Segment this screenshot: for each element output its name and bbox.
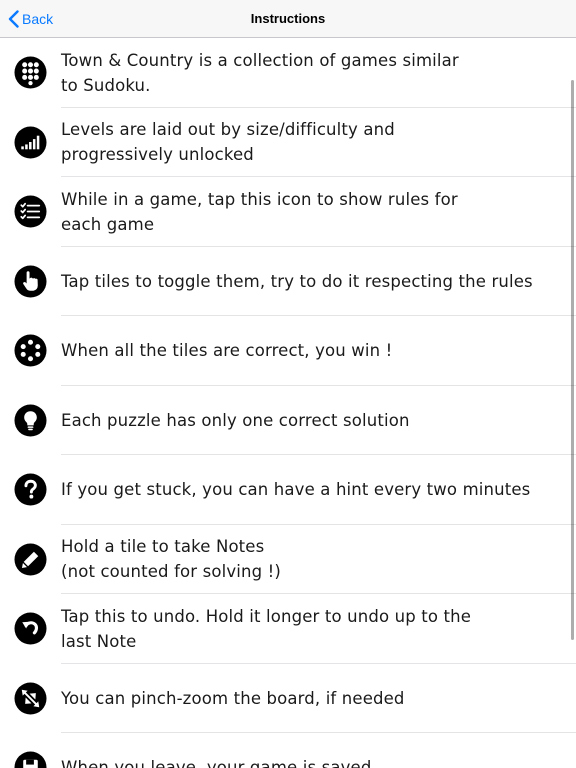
pinch-zoom-icon xyxy=(14,681,47,715)
grid-dots-icon xyxy=(14,56,47,89)
item-text: Levels are laid out by size/difficulty a… xyxy=(61,120,395,164)
list-item: Levels are laid out by size/difficulty a… xyxy=(0,108,576,177)
list-item: You can pinch-zoom the board, if needed xyxy=(0,664,576,733)
list-item: When you leave, your game is saved xyxy=(0,733,576,768)
list-item: Each puzzle has only one correct solutio… xyxy=(0,386,576,455)
list-item: Tap this to undo. Hold it longer to undo… xyxy=(0,594,576,664)
levels-bars-icon xyxy=(14,125,47,159)
item-text: When you leave, your game is saved xyxy=(61,758,372,768)
ring-dots-icon xyxy=(14,334,47,367)
chevron-left-icon xyxy=(8,10,19,28)
list-item: When all the tiles are correct, you win … xyxy=(0,316,576,386)
item-text: Hold a tile to take Notes (not counted f… xyxy=(61,537,281,581)
navigation-bar: Back Instructions xyxy=(0,0,576,38)
back-button[interactable]: Back xyxy=(8,0,53,38)
save-icon xyxy=(14,751,47,768)
item-text: When all the tiles are correct, you win … xyxy=(61,341,393,360)
lightbulb-icon xyxy=(14,403,47,437)
list-item: While in a game, tap this icon to show r… xyxy=(0,177,576,247)
tap-hand-icon xyxy=(14,264,47,298)
item-text: You can pinch-zoom the board, if needed xyxy=(61,688,405,708)
list-item: Hold a tile to take Notes (not counted f… xyxy=(0,525,576,594)
item-text: Tap tiles to toggle them, try to do it r… xyxy=(61,271,533,291)
rules-list-icon xyxy=(14,195,47,228)
list-item: Tap tiles to toggle them, try to do it r… xyxy=(0,247,576,316)
list-item: Town & Country is a collection of games … xyxy=(0,38,576,108)
item-text: Each puzzle has only one correct solutio… xyxy=(61,410,410,430)
undo-icon xyxy=(14,612,47,645)
instructions-list: Town & Country is a collection of games … xyxy=(0,38,576,768)
scrollbar[interactable] xyxy=(571,80,574,640)
back-label: Back xyxy=(22,11,54,27)
pencil-icon xyxy=(14,542,47,576)
item-text: Tap this to undo. Hold it longer to undo… xyxy=(61,606,472,651)
page-title: Instructions xyxy=(250,11,326,26)
item-text: Town & Country is a collection of games … xyxy=(61,50,459,95)
list-item: If you get stuck, you can have a hint ev… xyxy=(0,455,576,525)
question-icon xyxy=(14,473,47,506)
item-text: If you get stuck, you can have a hint ev… xyxy=(61,480,531,499)
item-text: While in a game, tap this icon to show r… xyxy=(61,189,458,234)
